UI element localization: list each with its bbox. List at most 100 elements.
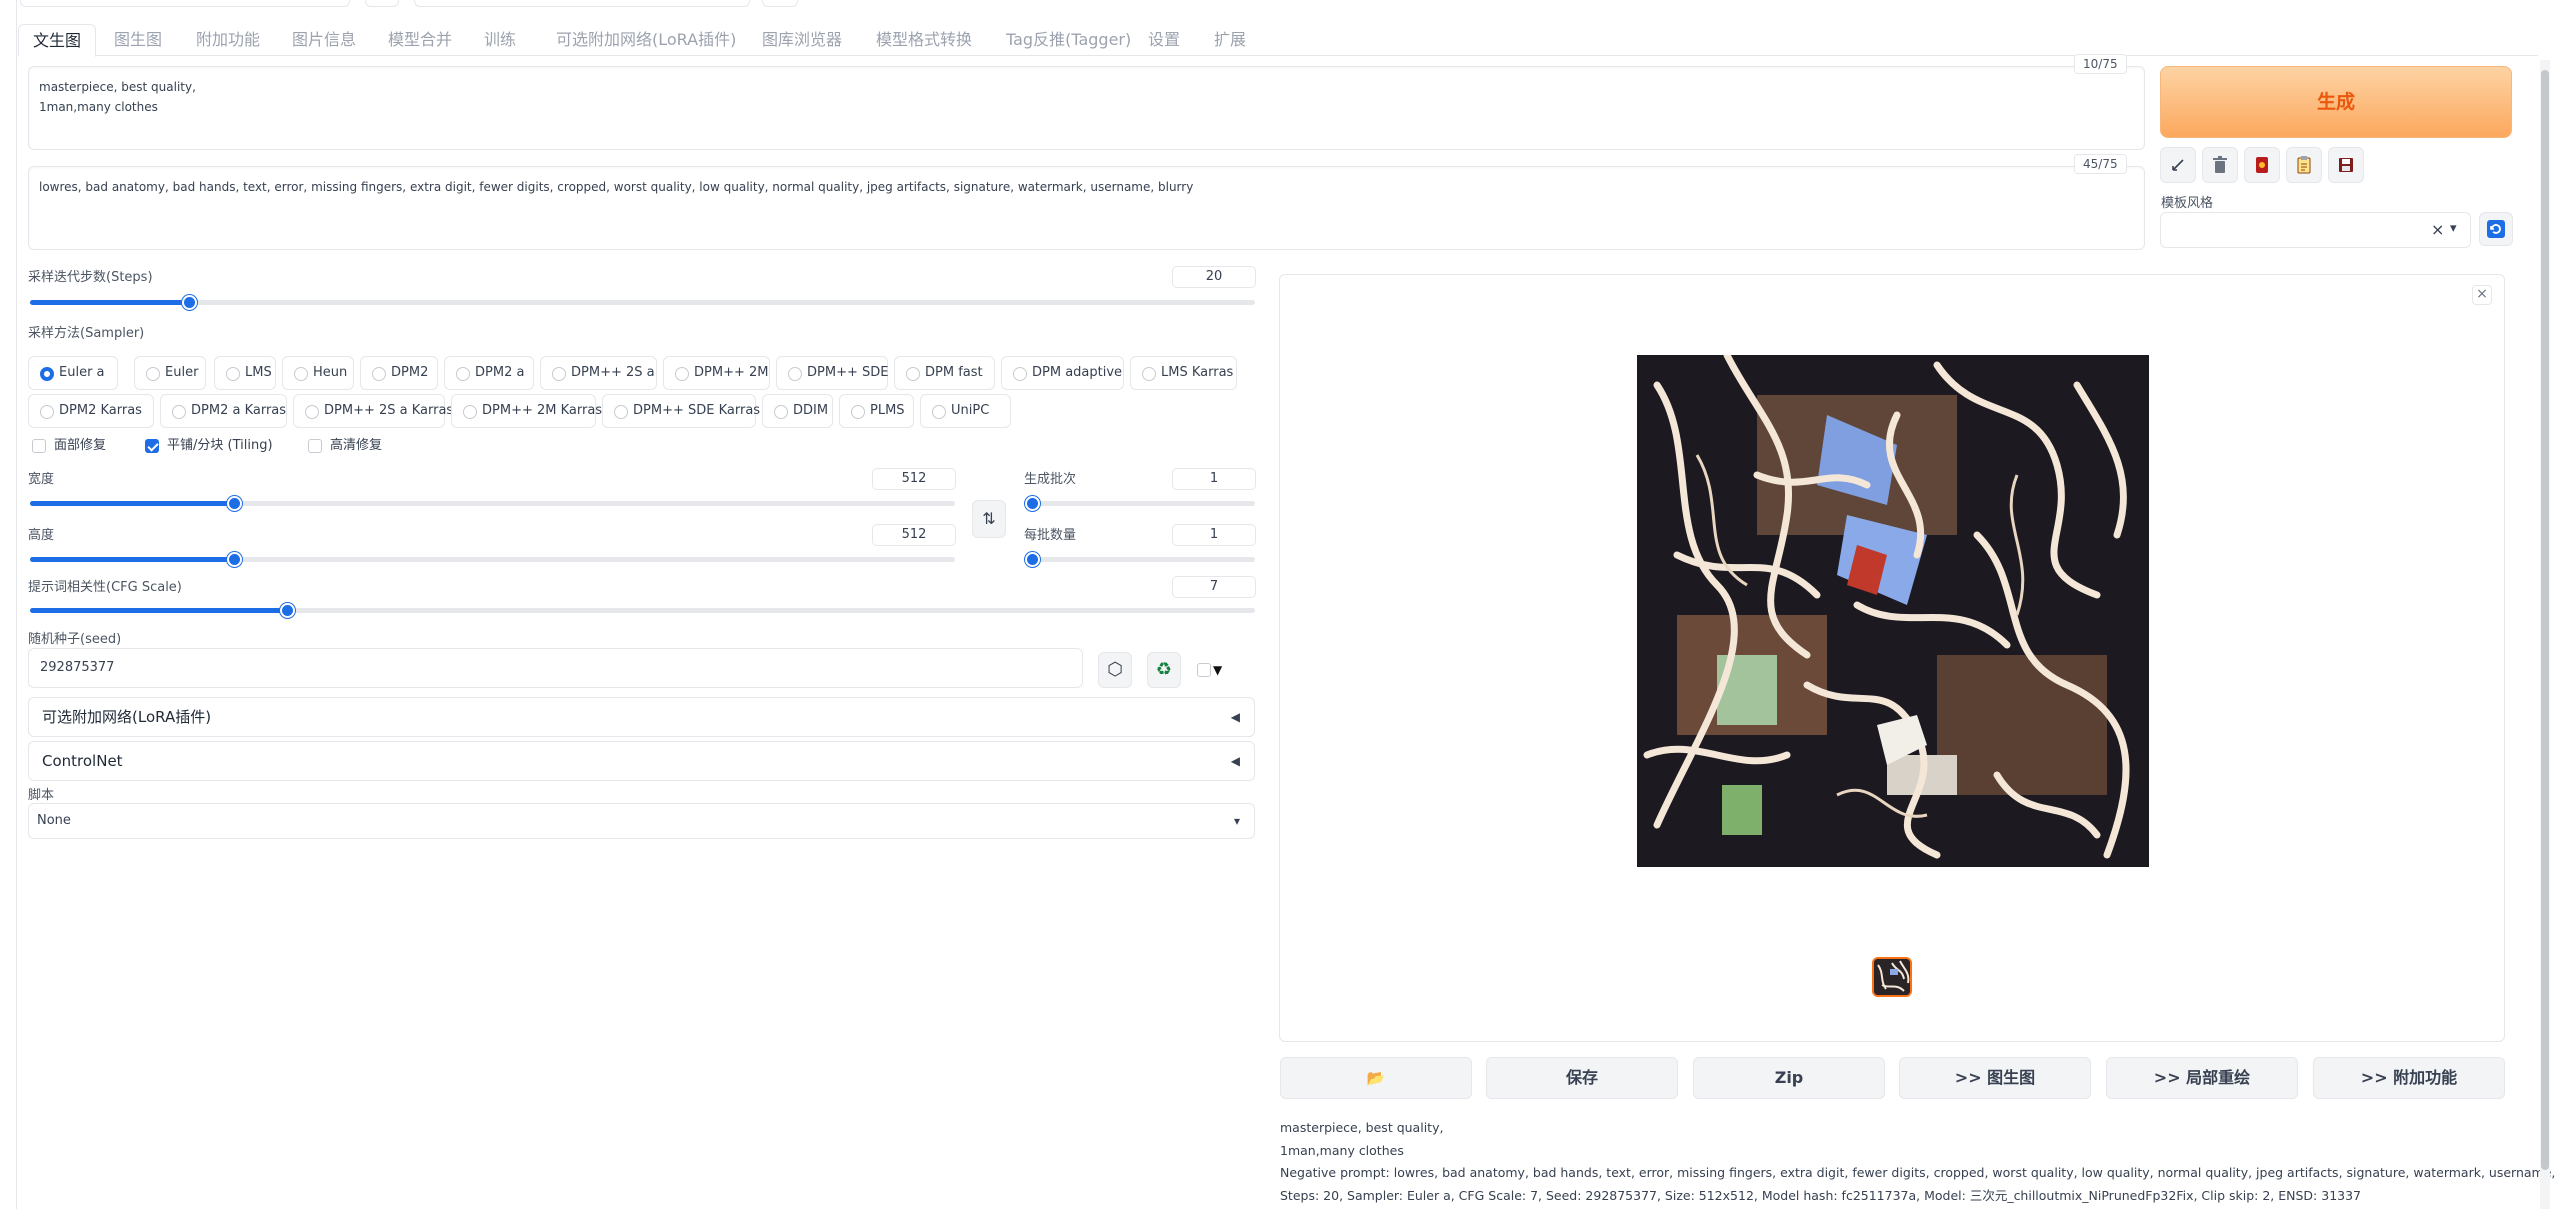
cfg-number-input[interactable]: 7 (1172, 576, 1256, 598)
refresh-icon (2487, 220, 2505, 238)
sampler-option-dpm-fast[interactable]: DPM fast (894, 356, 995, 390)
sampler-option-dpm-2m-karras[interactable]: DPM++ 2M Karras (451, 394, 602, 428)
zip-button[interactable]: Zip (1693, 1057, 1885, 1099)
save-button[interactable]: 保存 (1486, 1057, 1678, 1099)
tab-convert[interactable]: 模型格式转换 (862, 24, 986, 57)
sampler-option-lms-karras[interactable]: LMS Karras (1130, 356, 1237, 390)
webui-app: { "tabs": ["文生图","图生图","附加功能","图片信息","模型… (0, 0, 2560, 1209)
top-partial-button[interactable] (365, 0, 399, 7)
top-partial-button-2[interactable] (762, 0, 798, 7)
steps-slider[interactable] (30, 295, 1255, 310)
send-to-extras-button[interactable]: >> 附加功能 (2313, 1057, 2505, 1099)
sampler-option-label: DPM2 a Karras (191, 403, 287, 418)
radio-dot (305, 405, 319, 419)
send-to-inpaint-button[interactable]: >> 局部重绘 (2106, 1057, 2298, 1099)
open-folder-button[interactable]: 📂 (1280, 1057, 1472, 1099)
clear-icon[interactable]: × (2431, 220, 2444, 239)
seed-input[interactable]: 292875377 (28, 648, 1083, 688)
script-dropdown[interactable]: None ▾ (28, 803, 1255, 839)
refresh-styles-button[interactable] (2479, 212, 2513, 246)
reuse-seed-button[interactable]: ♻ (1147, 652, 1181, 688)
width-number-input[interactable]: 512 (872, 468, 956, 490)
extra-seed-checkbox[interactable]: ▼ (1197, 660, 1222, 680)
tab-txt2img[interactable]: 文生图 (18, 24, 97, 57)
generate-button[interactable]: 生成 (2160, 66, 2512, 138)
tab-gallery[interactable]: 图库浏览器 (748, 24, 856, 57)
tab-png-info[interactable]: 图片信息 (278, 24, 370, 57)
sampler-option-unipc[interactable]: UniPC (920, 394, 1011, 428)
tab-lora[interactable]: 可选附加网络(LoRA插件) (542, 24, 750, 57)
tab-tagger[interactable]: Tag反推(Tagger) (992, 24, 1145, 57)
tab-merge[interactable]: 模型合并 (374, 24, 466, 57)
red-card-icon[interactable] (2244, 147, 2280, 183)
sampler-option-euler-a[interactable]: Euler a (28, 356, 118, 390)
sampler-option-heun[interactable]: Heun (282, 356, 354, 390)
gallery-thumbnail[interactable] (1872, 957, 1912, 997)
sampler-option-label: LMS (245, 365, 272, 380)
hires-fix-checkbox[interactable]: 高清修复 (308, 436, 382, 456)
radio-dot (932, 405, 946, 419)
sampler-option-dpm-2m[interactable]: DPM++ 2M (663, 356, 770, 390)
extra-seed-caret-icon: ▼ (1213, 663, 1223, 677)
sampler-option-dpm-adaptive[interactable]: DPM adaptive (1001, 356, 1124, 390)
sampler-option-dpm-2s-a-karras[interactable]: DPM++ 2S a Karras (293, 394, 453, 428)
sampler-option-lms[interactable]: LMS (214, 356, 276, 390)
top-partial-dropdown-2[interactable] (414, 0, 750, 7)
tab-extensions[interactable]: 扩展 (1200, 24, 1260, 57)
lora-accordion[interactable]: 可选附加网络(LoRA插件) ◀ (28, 697, 1255, 737)
sampler-option-dpm2[interactable]: DPM2 (360, 356, 438, 390)
width-slider[interactable] (30, 496, 955, 511)
sampler-option-plms[interactable]: PLMS (839, 394, 914, 428)
batch-count-number-input[interactable]: 1 (1172, 468, 1256, 490)
swap-dimensions-button[interactable]: ⇅ (972, 500, 1006, 538)
radio-dot (294, 367, 308, 381)
steps-label: 采样迭代步数(Steps) (28, 270, 153, 285)
main-tabs: 文生图 图生图 附加功能 图片信息 模型合并 训练 可选附加网络(LoRA插件)… (18, 22, 2538, 57)
scrollbar-thumb[interactable] (2541, 70, 2549, 1170)
tab-train[interactable]: 训练 (470, 24, 530, 57)
script-value: None (37, 813, 71, 828)
sampler-option-ddim[interactable]: DDIM (762, 394, 833, 428)
positive-prompt-input[interactable]: masterpiece, best quality, 1man,many clo… (28, 66, 2145, 150)
clipboard-icon[interactable] (2286, 147, 2322, 183)
height-slider[interactable] (30, 552, 955, 567)
batch-count-slider[interactable] (1025, 496, 1255, 511)
steps-number-input[interactable]: 20 (1172, 266, 1256, 288)
generated-image[interactable] (1637, 355, 2149, 867)
controlnet-accordion-label: ControlNet (42, 752, 123, 770)
cfg-slider[interactable] (30, 603, 1255, 618)
sampler-option-dpm2-a[interactable]: DPM2 a (444, 356, 534, 390)
sampler-label: 采样方法(Sampler) (28, 326, 145, 341)
tiling-checkbox[interactable]: 平铺/分块 (Tiling) (145, 436, 273, 456)
chevron-down-icon: ▾ (2450, 221, 2457, 236)
sampler-option-dpm2-karras[interactable]: DPM2 Karras (28, 394, 154, 428)
sampler-option-label: DPM++ 2M (694, 365, 769, 380)
save-disk-icon[interactable] (2328, 147, 2364, 183)
restore-faces-checkbox[interactable]: 面部修复 (32, 436, 106, 456)
generation-info-line: masterpiece, best quality, (1280, 1120, 1444, 1135)
sampler-option-euler[interactable]: Euler (134, 356, 206, 390)
sampler-option-label: LMS Karras (1161, 365, 1234, 380)
trash-icon[interactable] (2202, 147, 2238, 183)
close-icon[interactable]: × (2472, 285, 2492, 305)
page-scrollbar[interactable] (2540, 60, 2550, 1209)
controlnet-accordion[interactable]: ControlNet ◀ (28, 741, 1255, 781)
sampler-option-dpm-2s-a[interactable]: DPM++ 2S a (540, 356, 657, 390)
radio-dot (675, 367, 689, 381)
tab-img2img[interactable]: 图生图 (100, 24, 176, 57)
height-number-input[interactable]: 512 (872, 524, 956, 546)
arrow-check-icon[interactable] (2160, 147, 2196, 183)
sampler-option-dpm-sde[interactable]: DPM++ SDE (776, 356, 888, 390)
sampler-option-dpm-sde-karras[interactable]: DPM++ SDE Karras (602, 394, 760, 428)
batch-size-number-input[interactable]: 1 (1172, 524, 1256, 546)
send-to-img2img-button[interactable]: >> 图生图 (1899, 1057, 2091, 1099)
negative-prompt-input[interactable]: lowres, bad anatomy, bad hands, text, er… (28, 166, 2145, 250)
top-partial-dropdown[interactable] (20, 0, 350, 7)
collapse-arrow-icon: ◀ (1230, 710, 1240, 724)
tab-extras[interactable]: 附加功能 (182, 24, 274, 57)
random-seed-button[interactable]: ⬡ (1098, 652, 1132, 688)
style-dropdown[interactable]: × ▾ (2160, 212, 2471, 248)
batch-size-slider[interactable] (1025, 552, 1255, 567)
tab-settings[interactable]: 设置 (1134, 24, 1194, 57)
sampler-option-dpm2-a-karras[interactable]: DPM2 a Karras (160, 394, 287, 428)
